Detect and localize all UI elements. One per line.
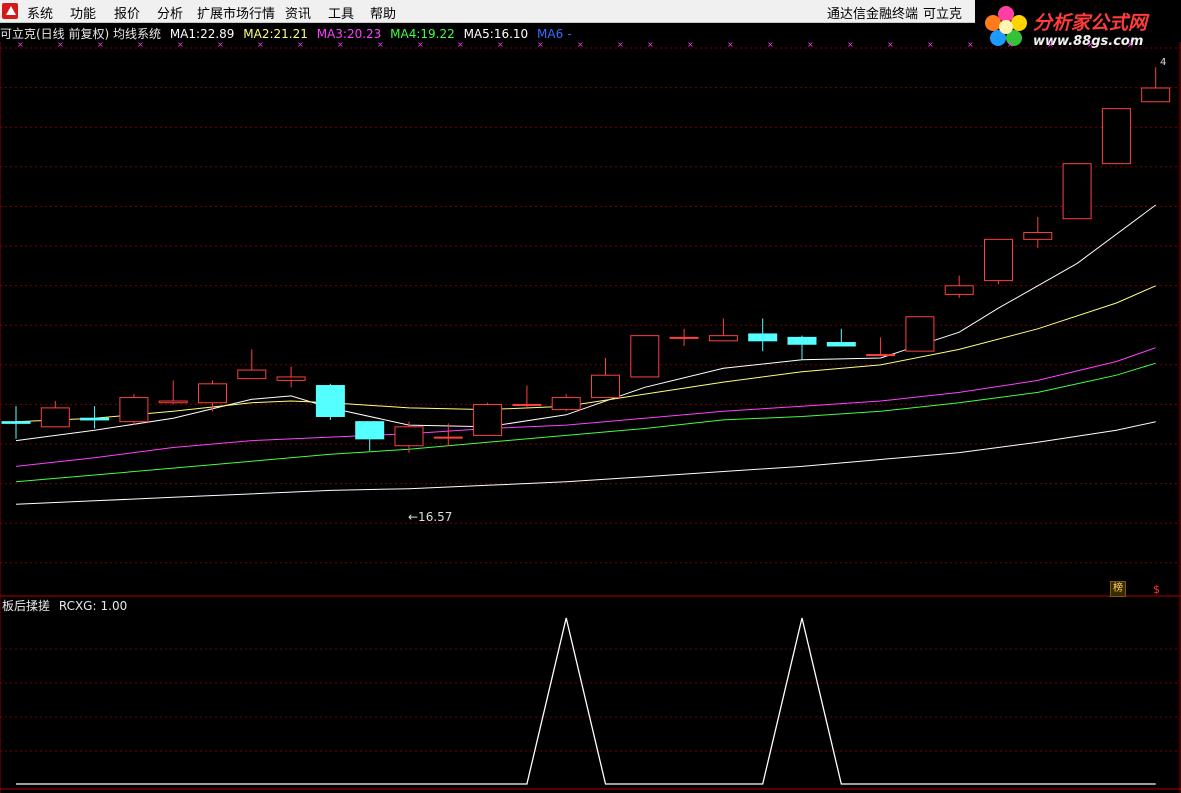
top-marker: × <box>457 40 464 49</box>
top-marker: × <box>617 40 624 49</box>
top-marker: × <box>1127 40 1134 49</box>
indicator-info-bar: 板后揉搓 RCXG: 1.00 <box>2 597 132 614</box>
candle-body-up <box>198 383 227 404</box>
rank-tag-icon[interactable]: 榜 <box>1110 581 1126 597</box>
top-marker: × <box>297 40 304 49</box>
top-marker: × <box>967 40 974 49</box>
candle-body-up <box>669 336 699 339</box>
top-marker: × <box>1047 40 1054 49</box>
candle-body-up <box>708 335 738 342</box>
ma-line-ma3 <box>15 347 1156 467</box>
top-marker: × <box>17 40 24 49</box>
top-marker: × <box>177 40 184 49</box>
top-marker: × <box>807 40 814 49</box>
top-marker: × <box>257 40 264 49</box>
candle-body-up <box>119 397 149 423</box>
rcxg-indicator-line <box>16 617 1156 785</box>
dollar-tag-icon[interactable]: $ <box>1153 583 1160 596</box>
candle-body-down <box>748 333 778 342</box>
candle-body-up <box>866 354 896 357</box>
candle-body-up <box>276 376 306 381</box>
candle-body-down <box>826 342 856 347</box>
candle-body-up <box>984 238 1013 282</box>
top-marker: × <box>377 40 384 49</box>
top-marker: × <box>687 40 694 49</box>
candle-body-down <box>315 385 345 417</box>
candle-body-up <box>237 369 267 380</box>
indicator-readout: RCXG: 1.00 <box>58 599 128 613</box>
top-marker: × <box>577 40 584 49</box>
top-marker: × <box>137 40 144 49</box>
candle-body-down <box>355 421 385 440</box>
edge-value-label: 4 <box>1160 57 1167 68</box>
candle-body-down <box>80 417 110 421</box>
candle-body-up <box>1101 108 1131 165</box>
candle-body-up <box>394 426 424 447</box>
top-marker: × <box>217 40 224 49</box>
candle-body-up <box>944 285 974 295</box>
candle-body-up <box>433 436 463 439</box>
top-marker: × <box>1087 40 1094 49</box>
top-marker: × <box>497 40 504 49</box>
candle-body-up <box>40 407 70 428</box>
top-marker: × <box>847 40 854 49</box>
candle-body-up <box>512 403 542 406</box>
top-marker: × <box>727 40 734 49</box>
candle-body-up <box>473 403 503 436</box>
candle-body-up <box>1062 163 1092 220</box>
candle-body-up <box>905 316 935 352</box>
top-marker: × <box>57 40 64 49</box>
top-marker: × <box>767 40 774 49</box>
top-marker: × <box>647 40 654 49</box>
top-marker: × <box>1007 40 1014 49</box>
top-marker: × <box>887 40 894 49</box>
candle-body-up <box>551 397 581 411</box>
ma-line-ma4 <box>15 362 1156 483</box>
top-marker: × <box>417 40 424 49</box>
candle-body-up <box>630 335 660 378</box>
top-marker: × <box>337 40 344 49</box>
candle-body-down <box>787 336 817 345</box>
candle-body-down <box>1 421 31 424</box>
top-marker: × <box>97 40 104 49</box>
candle-body-up <box>1023 231 1053 240</box>
top-marker: × <box>537 40 544 49</box>
candle-body-up <box>591 374 620 399</box>
candle-body-up <box>1141 87 1171 103</box>
chart-canvas[interactable]: × × × × × × × × × × × × × × × × × × × × × × × × × × × × × <box>0 0 1181 793</box>
indicator-name: 板后揉搓 <box>2 599 51 613</box>
low-price-annotation: ←16.57 <box>408 510 453 524</box>
candle-body-up <box>158 400 188 404</box>
top-marker: × <box>927 40 934 49</box>
